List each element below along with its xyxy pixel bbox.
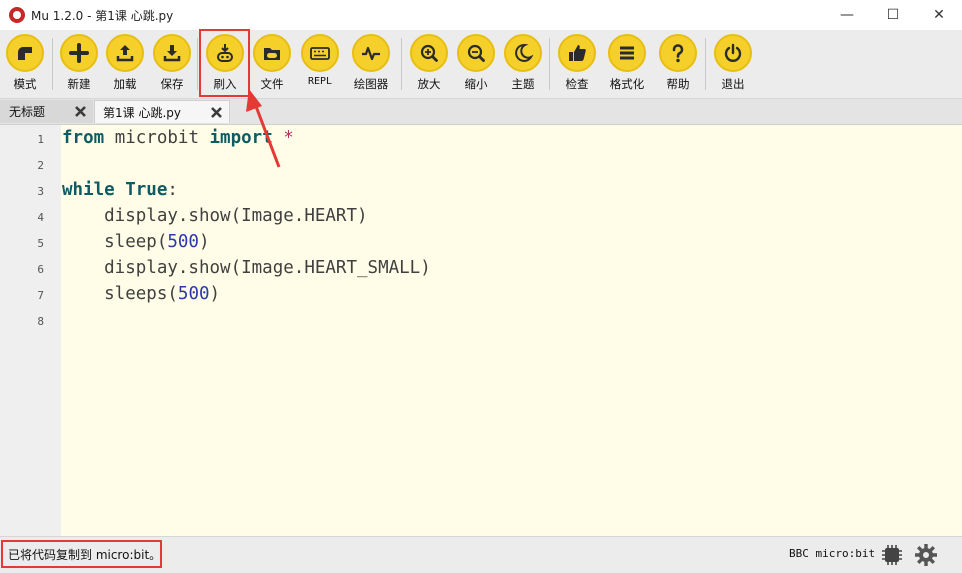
zoom-in-icon: [410, 34, 448, 72]
status-bar: 已将代码复制到 micro:bit。 BBC micro:bit: [0, 536, 962, 573]
lines-icon: [608, 34, 646, 72]
mode-label: 模式: [13, 77, 37, 91]
tab-untitled[interactable]: 无标题: [0, 100, 93, 123]
zoom-out-label: 缩小: [464, 77, 488, 91]
theme-label: 主题: [511, 77, 535, 91]
line-number: 3: [37, 185, 44, 198]
new-button[interactable]: 新建: [54, 34, 104, 96]
quit-label: 退出: [721, 77, 745, 91]
moon-icon: [504, 34, 542, 72]
mode-icon: [6, 34, 44, 72]
files-label: 文件: [260, 77, 284, 91]
load-label: 加载: [113, 77, 137, 91]
close-tab-icon[interactable]: [74, 105, 87, 118]
mode-button[interactable]: 模式: [0, 34, 50, 96]
repl-button[interactable]: REPL: [295, 34, 345, 96]
toolbar-separator: [401, 38, 402, 90]
load-button[interactable]: 加载: [100, 34, 150, 96]
zoom-in-button[interactable]: 放大: [404, 34, 454, 96]
line-number: 2: [37, 159, 44, 172]
help-button[interactable]: 帮助: [653, 34, 703, 96]
toolbar: 模式 新建 加载 保存 刷入 文件 REPL 绘图器 放大 缩小 主题 检查 格…: [0, 30, 962, 99]
code-line: display.show(Image.HEART): [62, 206, 368, 226]
code-line: display.show(Image.HEART_SMALL): [62, 258, 431, 278]
line-number: 6: [37, 263, 44, 276]
repl-label: REPL: [307, 76, 333, 87]
zoom-in-label: 放大: [417, 77, 441, 91]
gear-icon[interactable]: [914, 543, 938, 567]
line-number: 5: [37, 237, 44, 250]
tab-heartbeat[interactable]: 第1课 心跳.py: [94, 100, 230, 123]
flash-button-highlight: [199, 29, 250, 97]
download-icon: [153, 34, 191, 72]
save-label: 保存: [160, 77, 184, 91]
files-button[interactable]: 文件: [247, 34, 297, 96]
folder-icon: [253, 34, 291, 72]
mu-logo-icon: [9, 7, 25, 23]
plotter-label: 绘图器: [353, 77, 389, 91]
close-tab-icon[interactable]: [210, 106, 223, 119]
device-mode-label: BBC micro:bit: [789, 547, 876, 560]
tab-bar: 无标题 第1课 心跳.py: [0, 99, 962, 125]
title-bar: Mu 1.2.0 - 第1课 心跳.py — ☐ ✕: [0, 0, 962, 30]
code-editor[interactable]: 1 2 3 4 5 6 7 8 from microbit import * w…: [0, 125, 962, 536]
chip-icon[interactable]: [880, 543, 904, 567]
window-title: Mu 1.2.0 - 第1课 心跳.py: [31, 8, 174, 23]
new-label: 新建: [67, 77, 91, 91]
zoom-out-button[interactable]: 缩小: [451, 34, 501, 96]
check-button[interactable]: 检查: [552, 34, 602, 96]
line-number: 8: [37, 315, 44, 328]
line-number: 1: [37, 133, 44, 146]
tab-label: 第1课 心跳.py: [103, 105, 181, 120]
tidy-label: 格式化: [609, 77, 645, 91]
tidy-button[interactable]: 格式化: [602, 34, 652, 96]
tab-label: 无标题: [9, 105, 46, 119]
thumbs-up-icon: [558, 34, 596, 72]
theme-button[interactable]: 主题: [498, 34, 548, 96]
line-number-gutter: 1 2 3 4 5 6 7 8: [0, 125, 61, 536]
plus-icon: [60, 34, 98, 72]
save-button[interactable]: 保存: [147, 34, 197, 96]
zoom-out-icon: [457, 34, 495, 72]
pulse-icon: [352, 34, 390, 72]
code-line: sleeps(500): [62, 284, 221, 304]
toolbar-separator: [705, 38, 706, 90]
maximize-button[interactable]: ☐: [870, 0, 916, 30]
line-number: 4: [37, 211, 44, 224]
minimize-button[interactable]: —: [824, 0, 870, 30]
help-label: 帮助: [666, 77, 690, 91]
code-line: sleep(500): [62, 232, 210, 252]
close-button[interactable]: ✕: [916, 0, 962, 30]
toolbar-separator: [52, 38, 53, 90]
quit-button[interactable]: 退出: [708, 34, 758, 96]
toolbar-separator: [549, 38, 550, 90]
toolbar-separator: [197, 38, 198, 90]
window-controls: — ☐ ✕: [824, 0, 962, 30]
status-message: 已将代码复制到 micro:bit。: [1, 540, 162, 568]
line-number: 7: [37, 289, 44, 302]
power-icon: [714, 34, 752, 72]
upload-icon: [106, 34, 144, 72]
question-icon: [659, 34, 697, 72]
plotter-button[interactable]: 绘图器: [346, 34, 396, 96]
code-line: while True:: [62, 180, 178, 200]
check-label: 检查: [565, 77, 589, 91]
code-line: from microbit import *: [62, 128, 294, 148]
keyboard-icon: [301, 34, 339, 72]
